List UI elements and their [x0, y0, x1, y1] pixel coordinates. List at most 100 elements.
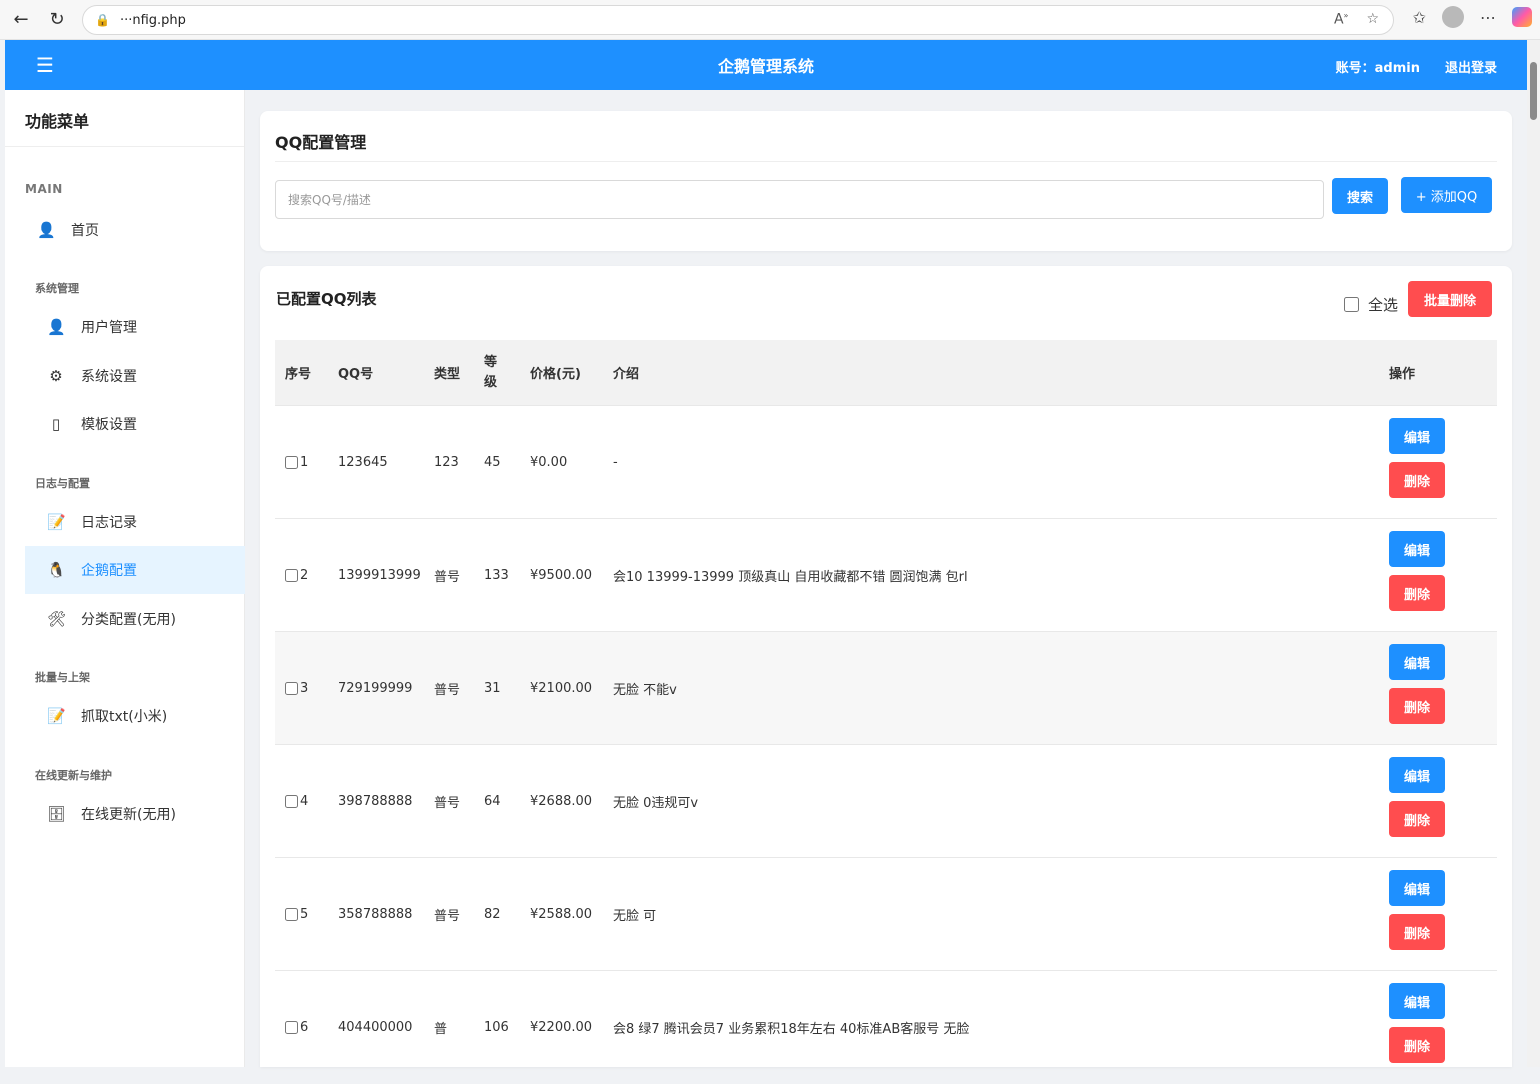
- sidebar-item-label: 分类配置(无用): [81, 612, 176, 628]
- account-label: 账号：admin: [1335, 61, 1420, 76]
- checkbox[interactable]: [1344, 297, 1359, 312]
- qq-price: ¥2100.00: [530, 681, 593, 696]
- delete-button[interactable]: 删除: [1389, 914, 1445, 950]
- row-checkbox[interactable]: [285, 795, 298, 808]
- select-all-checkbox[interactable]: 全选: [1344, 294, 1398, 315]
- user-icon: 👤: [37, 221, 56, 239]
- qq-config-card: QQ配置管理 搜索 + 添加QQ: [260, 111, 1512, 251]
- tools-icon: 🛠: [47, 610, 67, 628]
- row-checkbox[interactable]: [285, 1021, 298, 1034]
- sidebar-item-log-records[interactable]: 📝 日志记录: [25, 498, 245, 546]
- sidebar-item-label: 抓取txt(小米): [81, 709, 168, 725]
- row-checkbox[interactable]: [285, 682, 298, 695]
- section-label-update: 在线更新与维护: [35, 769, 112, 782]
- sidebar-item-home[interactable]: 👤 首页: [5, 206, 225, 254]
- update-icon: 🗄: [47, 805, 67, 823]
- qq-intro: 会8 绿7 腾讯会员7 业务累积18年左右 40标准AB客服号 无脸: [613, 1022, 970, 1037]
- row-index: 6: [300, 1020, 309, 1035]
- sidebar-item-settings[interactable]: ⚙ 系统设置: [25, 352, 245, 400]
- row-index: 5: [300, 907, 309, 922]
- qq-intro: 无脸 可: [613, 909, 657, 924]
- card-title: QQ配置管理: [275, 133, 367, 152]
- back-arrow-icon[interactable]: ←: [6, 5, 36, 35]
- row-index: 4: [300, 794, 309, 809]
- edit-button[interactable]: 编辑: [1389, 870, 1445, 906]
- row-index: 3: [300, 681, 309, 696]
- qq-number: 398788888: [338, 794, 413, 809]
- delete-button[interactable]: 删除: [1389, 575, 1445, 611]
- profile-avatar[interactable]: [1442, 6, 1464, 28]
- delete-button[interactable]: 删除: [1389, 688, 1445, 724]
- sidebar-item-users[interactable]: 👤 用户管理: [25, 303, 245, 351]
- divider: [275, 161, 1497, 162]
- section-label-system: 系统管理: [35, 282, 79, 295]
- qq-level: 133: [484, 568, 509, 583]
- section-label-batch: 批量与上架: [35, 671, 90, 684]
- copilot-icon[interactable]: [1512, 7, 1532, 27]
- scrollbar-thumb[interactable]: [1530, 62, 1537, 120]
- column-header-level-line: 等: [484, 354, 498, 370]
- search-button[interactable]: 搜索: [1332, 178, 1388, 214]
- section-label-logs: 日志与配置: [35, 477, 90, 490]
- qq-price: ¥0.00: [530, 455, 568, 470]
- gear-icon: ⚙: [49, 367, 63, 385]
- row-index: 2: [300, 568, 309, 583]
- sidebar-item-penguin-config[interactable]: 🐧 企鹅配置: [25, 546, 245, 594]
- table-row: 6 404400000 普 106 ¥2200.00 会8 绿7 腾讯会员7 业务累积18…: [275, 970, 1497, 1083]
- sidebar-item-label: 在线更新(无用): [81, 807, 176, 823]
- row-checkbox[interactable]: [285, 908, 298, 921]
- sidebar-item-grab-txt[interactable]: 📝 抓取txt(小米): [25, 692, 245, 740]
- table-row: 1 123645 123 45 ¥0.00 - 编辑 删除: [275, 405, 1497, 518]
- search-input[interactable]: [275, 180, 1324, 219]
- qq-list-card: 已配置QQ列表 全选 批量删除 序号 QQ号 类型 等 级 价格(元) 介绍 操…: [260, 266, 1512, 1067]
- section-label-main: MAIN: [25, 182, 63, 196]
- favorite-star-icon[interactable]: ☆: [1366, 11, 1379, 28]
- reload-icon[interactable]: ↻: [42, 5, 72, 35]
- column-header-level: 等 级: [484, 340, 497, 405]
- sidebar-item-label: 模板设置: [81, 417, 137, 433]
- column-header-price: 价格(元): [530, 367, 581, 382]
- delete-button[interactable]: 删除: [1389, 1027, 1445, 1063]
- add-qq-button[interactable]: + 添加QQ: [1401, 177, 1492, 213]
- edit-button[interactable]: 编辑: [1389, 531, 1445, 567]
- row-checkbox[interactable]: [285, 456, 298, 469]
- sidebar-item-category-config[interactable]: 🛠 分类配置(无用): [25, 595, 245, 643]
- row-checkbox[interactable]: [285, 569, 298, 582]
- qq-type: 普: [434, 1022, 448, 1037]
- sidebar-item-label: 系统设置: [81, 369, 137, 385]
- sidebar-item-online-update[interactable]: 🗄 在线更新(无用): [25, 790, 245, 838]
- edit-button[interactable]: 编辑: [1389, 644, 1445, 680]
- favorites-icon[interactable]: ✩: [1413, 8, 1426, 27]
- sidebar-item-label: 日志记录: [81, 515, 137, 531]
- memo-icon: 📝: [47, 513, 66, 531]
- url-text: ···nfig.php: [119, 12, 186, 28]
- qq-number: 404400000: [338, 1020, 413, 1035]
- logout-link[interactable]: 退出登录: [1445, 57, 1497, 76]
- batch-delete-button[interactable]: 批量删除: [1408, 281, 1492, 317]
- column-header-level-line: 级: [484, 374, 498, 390]
- delete-button[interactable]: 删除: [1389, 462, 1445, 498]
- template-icon: ▯: [51, 415, 61, 433]
- edit-button[interactable]: 编辑: [1389, 983, 1445, 1019]
- more-menu-icon[interactable]: ⋯: [1480, 8, 1496, 27]
- row-index: 1: [300, 455, 309, 470]
- qq-type: 123: [434, 455, 459, 470]
- edit-button[interactable]: 编辑: [1389, 757, 1445, 793]
- qq-level: 82: [484, 907, 501, 922]
- qq-intro: 无脸 不能v: [613, 683, 677, 698]
- qq-number: 729199999: [338, 681, 413, 696]
- column-header-actions: 操作: [1389, 367, 1416, 382]
- qq-level: 64: [484, 794, 501, 809]
- page-scrollbar[interactable]: [1527, 40, 1540, 1067]
- delete-button[interactable]: 删除: [1389, 801, 1445, 837]
- qq-number: 123645: [338, 455, 388, 470]
- read-aloud-icon[interactable]: A»: [1334, 11, 1348, 28]
- user-icon: 👤: [47, 318, 66, 336]
- qq-type: 普号: [434, 683, 461, 698]
- sidebar-item-templates[interactable]: ▯ 模板设置: [25, 400, 245, 448]
- app-header: ☰ 企鹅管理系统 账号：admin 退出登录: [5, 40, 1527, 90]
- edit-button[interactable]: 编辑: [1389, 418, 1445, 454]
- qq-price: ¥2688.00: [530, 794, 593, 809]
- qq-level: 106: [484, 1020, 509, 1035]
- address-bar[interactable]: 🔒 ···nfig.php A» ☆: [82, 5, 1394, 35]
